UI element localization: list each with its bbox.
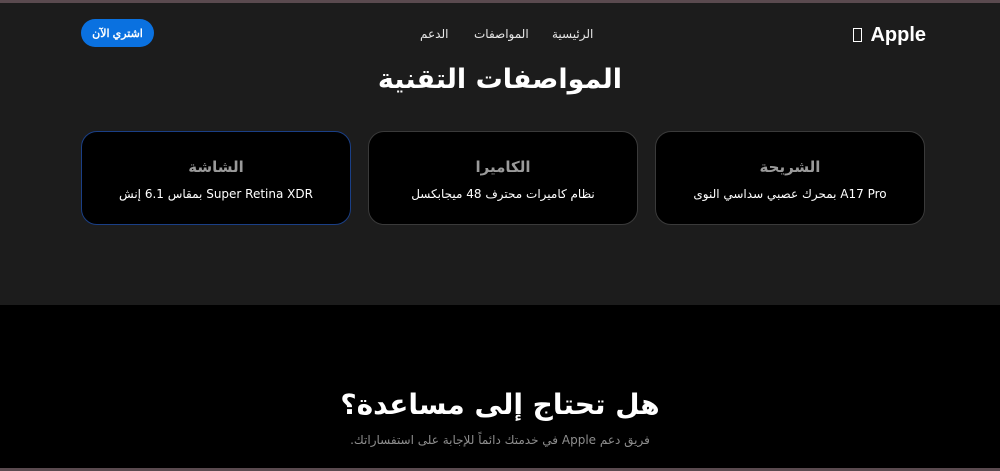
help-section: هل تحتاج إلى مساعدة؟ فريق دعم Apple في خ… [0,305,1000,468]
spec-card-desc: Super Retina XDR بمقاس 6.1 إنش [119,187,313,201]
spec-card-desc: A17 Pro بمحرك عصبي سداسي النوى [693,187,887,201]
spec-card-camera[interactable]: الكاميرا نظام كاميرات محترف 48 ميجابكسل [368,131,638,225]
spec-card-display[interactable]: الشاشة Super Retina XDR بمقاس 6.1 إنش [81,131,351,225]
site-header: Apple الرئيسية المواصفات الدعم اشتري الآ… [0,3,1000,63]
help-subtitle: فريق دعم Apple في خدمتك دائماً للإجابة ع… [350,433,650,447]
specs-title: المواصفات التقنية [377,64,623,95]
spec-card-title: الشريحة [759,158,821,176]
nav-link-home[interactable]: الرئيسية [552,27,593,41]
spec-card-title: الكاميرا [475,158,531,176]
nav-link-support[interactable]: الدعم [420,27,448,41]
spec-card-title: الشاشة [188,158,244,176]
help-title: هل تحتاج إلى مساعدة؟ [340,388,660,421]
buy-now-button[interactable]: اشتري الآن [81,19,154,47]
spec-card-chip[interactable]: الشريحة A17 Pro بمحرك عصبي سداسي النوى [655,131,925,225]
nav-link-specs[interactable]: المواصفات [474,27,529,41]
spec-card-desc: نظام كاميرات محترف 48 ميجابكسل [411,187,595,201]
